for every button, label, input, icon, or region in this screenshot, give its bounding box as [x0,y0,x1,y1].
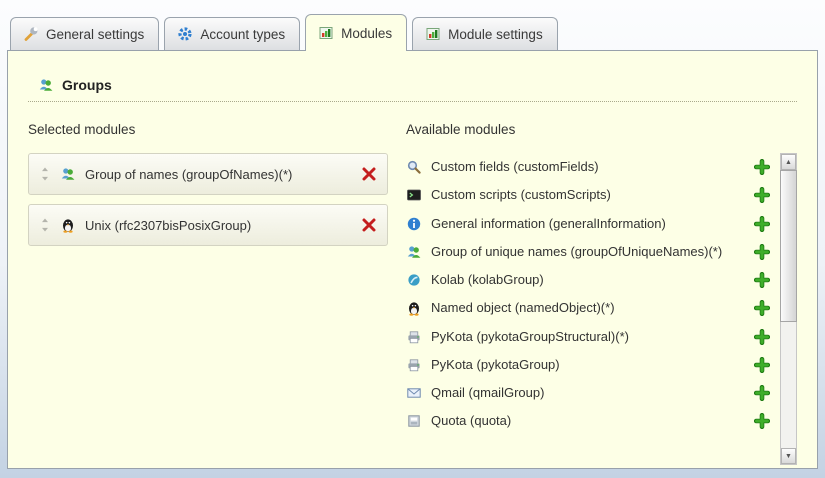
tab-account-types[interactable]: Account types [164,17,300,50]
add-module-button[interactable] [754,300,770,316]
scroll-down-button[interactable]: ▼ [781,448,796,464]
add-module-button[interactable] [754,329,770,345]
available-module-label: Custom scripts (customScripts) [431,187,611,203]
selected-module-row[interactable]: Group of names (groupOfNames)(*) [28,153,388,195]
kolab-icon [406,272,422,288]
printer-icon [406,357,422,373]
add-module-button[interactable] [754,357,770,373]
available-module-label: Named object (namedObject)(*) [431,300,615,316]
tux-icon [406,300,422,316]
wrench-icon [23,26,39,42]
quota-icon [406,413,422,429]
tab-general-settings[interactable]: General settings [10,17,159,50]
available-module-row: Quota (quota) [406,407,770,435]
selected-module-label: Unix (rfc2307bisPosixGroup) [85,218,251,233]
printer-icon [406,329,422,345]
module-settings-icon [425,26,441,42]
tab-module-settings[interactable]: Module settings [412,17,558,50]
available-modules-heading: Available modules [406,122,797,137]
add-module-button[interactable] [754,159,770,175]
add-plus-icon [754,385,770,401]
add-plus-icon [754,329,770,345]
mail-icon [406,385,422,401]
available-module-label: Qmail (qmailGroup) [431,385,544,401]
tab-modules[interactable]: Modules [305,14,407,51]
available-module-label: PyKota (pykotaGroupStructural)(*) [431,329,629,345]
available-module-row: Named object (namedObject)(*) [406,294,770,322]
add-module-button[interactable] [754,187,770,203]
selected-module-label: Group of names (groupOfNames)(*) [85,167,292,182]
add-plus-icon [754,300,770,316]
available-module-row: General information (generalInformation) [406,210,770,238]
selected-modules-column: Selected modules Group of names (groupOf… [28,122,388,465]
tab-label: Modules [341,26,392,41]
modules-icon [318,25,334,41]
section-heading-groups: Groups [28,77,797,102]
available-module-label: Custom fields (customFields) [431,159,599,175]
add-module-button[interactable] [754,244,770,260]
available-module-label: Kolab (kolabGroup) [431,272,544,288]
scroll-up-button[interactable]: ▲ [781,154,796,170]
available-module-row: PyKota (pykotaGroup) [406,351,770,379]
available-module-row: Qmail (qmailGroup) [406,379,770,407]
add-module-button[interactable] [754,216,770,232]
delete-x-icon [361,217,377,233]
add-plus-icon [754,244,770,260]
add-plus-icon [754,187,770,203]
modules-panel: Groups Selected modules Group of names (… [7,50,818,469]
available-module-row: PyKota (pykotaGroupStructural)(*) [406,323,770,351]
info-icon [406,216,422,232]
remove-module-button[interactable] [361,166,377,182]
tab-label: Module settings [448,27,543,42]
drag-handle-icon[interactable] [39,217,51,233]
add-plus-icon [754,159,770,175]
section-title: Groups [62,77,112,93]
available-module-label: PyKota (pykotaGroup) [431,357,560,373]
add-plus-icon [754,357,770,373]
add-plus-icon [754,272,770,288]
add-module-button[interactable] [754,272,770,288]
scrollbar-track[interactable] [781,170,796,448]
add-module-button[interactable] [754,385,770,401]
available-module-label: General information (generalInformation) [431,216,666,232]
available-modules-column: Available modules Custom fields (customF… [406,122,797,465]
magnifier-icon [406,159,422,175]
gear-icon [177,26,193,42]
available-module-label: Group of unique names (groupOfUniqueName… [431,244,722,260]
add-module-button[interactable] [754,413,770,429]
tux-icon [60,217,76,233]
available-module-row: Group of unique names (groupOfUniqueName… [406,238,770,266]
delete-x-icon [361,166,377,182]
available-module-label: Quota (quota) [431,413,511,429]
available-module-row: Kolab (kolabGroup) [406,266,770,294]
remove-module-button[interactable] [361,217,377,233]
terminal-icon [406,187,422,203]
add-plus-icon [754,216,770,232]
tab-label: Account types [200,27,285,42]
available-module-row: Custom scripts (customScripts) [406,181,770,209]
scrollbar-thumb[interactable] [780,170,797,322]
tab-label: General settings [46,27,144,42]
selected-modules-heading: Selected modules [28,122,388,137]
group-icon [406,244,422,260]
tab-bar: General settings Account types Modules M… [0,0,825,50]
drag-handle-icon[interactable] [39,166,51,182]
available-module-row: Custom fields (customFields) [406,153,770,181]
available-modules-list: Custom fields (customFields) Custom scri… [406,153,780,465]
group-icon [38,77,54,93]
selected-module-row[interactable]: Unix (rfc2307bisPosixGroup) [28,204,388,246]
group-icon [60,166,76,182]
vertical-scrollbar[interactable]: ▲ ▼ [780,153,797,465]
add-plus-icon [754,413,770,429]
